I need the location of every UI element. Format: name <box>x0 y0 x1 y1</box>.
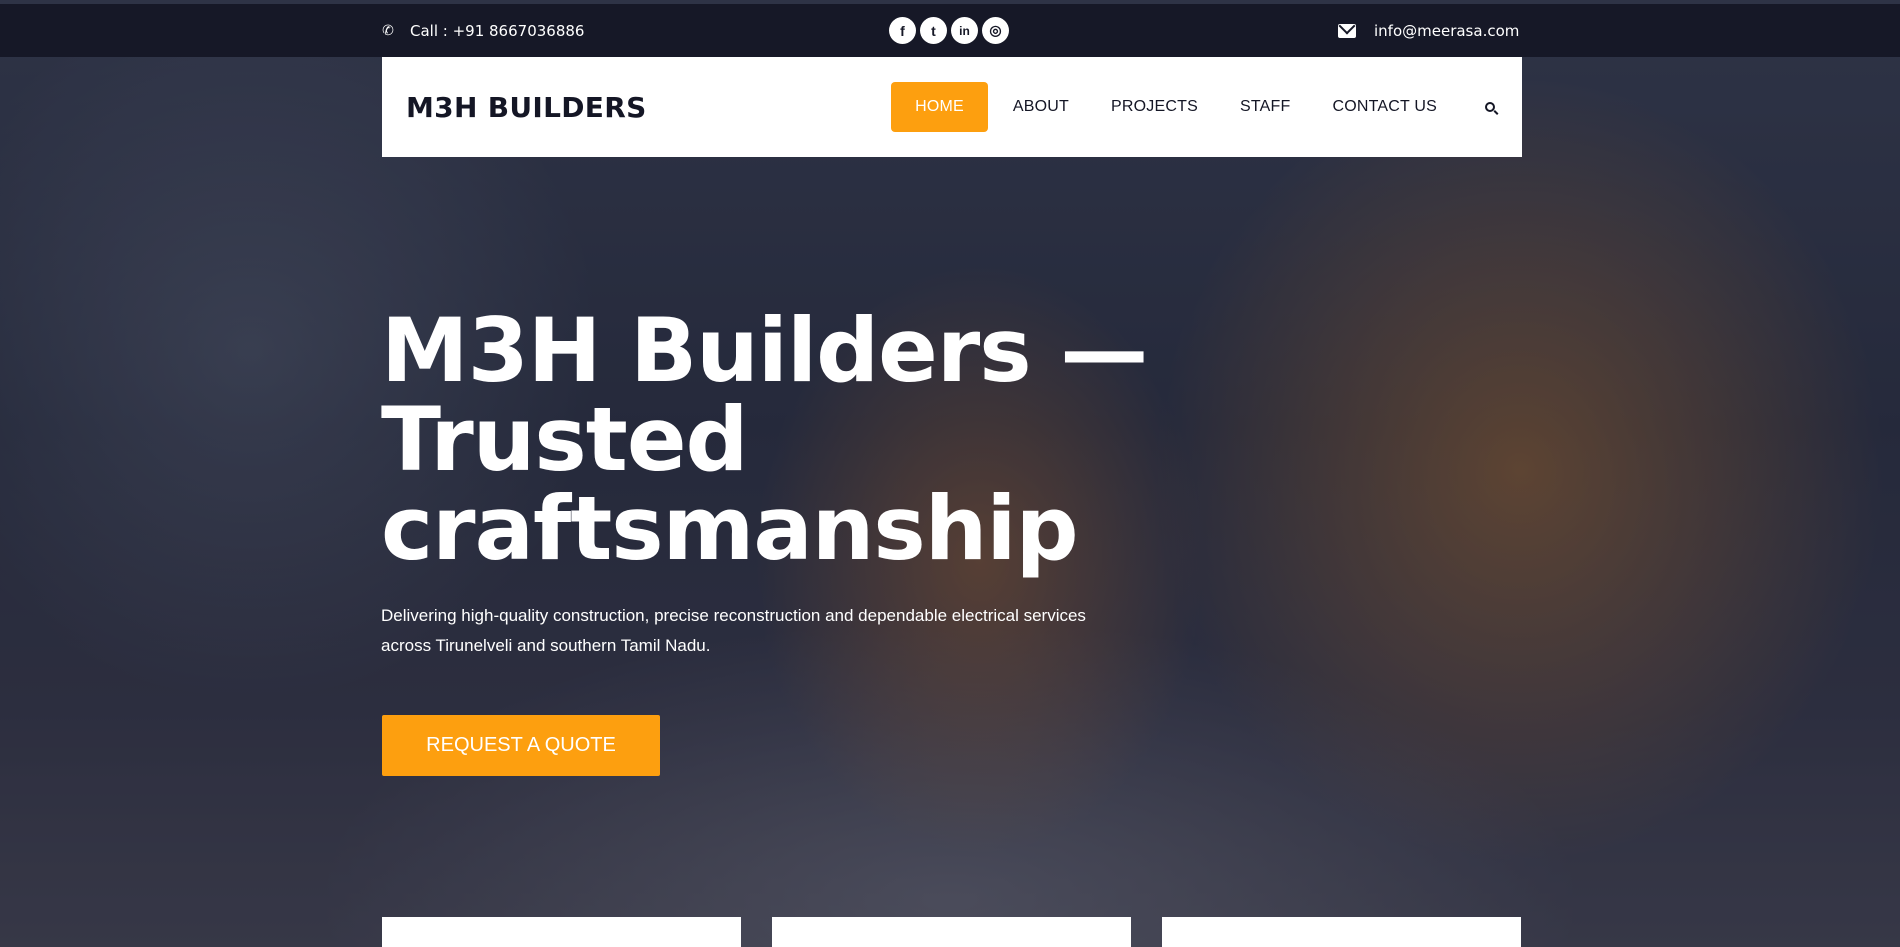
nav-item-home[interactable]: HOME <box>891 82 988 132</box>
site-logo[interactable]: M3H BUILDERS <box>406 57 647 157</box>
nav-item-contact-us[interactable]: CONTACT US <box>1311 82 1458 132</box>
request-quote-button[interactable]: REQUEST A QUOTE <box>382 715 660 776</box>
hero-subtitle-line-2: across Tirunelveli and southern Tamil Na… <box>381 636 711 655</box>
nav-item-about[interactable]: ABOUT <box>992 82 1090 132</box>
hero-title-line-3: craftsmanship <box>381 477 1079 580</box>
facebook-icon[interactable]: f <box>889 17 916 44</box>
phone-text: Call : +91 8667036886 <box>410 21 585 40</box>
main-navbar: M3H BUILDERS HOME ABOUT PROJECTS STAFF C… <box>382 57 1522 157</box>
hero-title: M3H Builders — Trusted craftsmanship <box>381 306 1281 573</box>
feature-cards <box>382 917 1522 947</box>
envelope-icon <box>1338 23 1356 38</box>
instagram-icon[interactable]: ◎ <box>982 17 1009 44</box>
hero-subtitle-line-1: Delivering high-quality construction, pr… <box>381 606 1086 625</box>
feature-card <box>1162 917 1521 947</box>
hero-title-line-2: Trusted <box>381 388 749 491</box>
search-icon <box>1485 102 1495 112</box>
social-links: f t in ◎ <box>889 4 1009 57</box>
linkedin-icon[interactable]: in <box>951 17 978 44</box>
nav-menu: HOME ABOUT PROJECTS STAFF CONTACT US <box>891 57 1522 157</box>
feature-card <box>382 917 741 947</box>
twitter-icon[interactable]: t <box>920 17 947 44</box>
feature-card <box>772 917 1131 947</box>
contact-phone: ✆ Call : +91 8667036886 <box>380 4 584 57</box>
nav-item-staff[interactable]: STAFF <box>1219 82 1311 132</box>
search-button[interactable] <box>1458 82 1522 132</box>
email-link[interactable]: info@meerasa.com <box>1374 22 1519 40</box>
nav-item-projects[interactable]: PROJECTS <box>1090 82 1219 132</box>
hero-subtitle: Delivering high-quality construction, pr… <box>381 601 1211 661</box>
hero-title-line-1: M3H Builders — <box>381 299 1148 402</box>
phone-icon: ✆ <box>382 22 394 39</box>
top-bar: ✆ Call : +91 8667036886 f t in ◎ info@me… <box>0 4 1900 57</box>
contact-email: info@meerasa.com <box>1338 4 1519 57</box>
